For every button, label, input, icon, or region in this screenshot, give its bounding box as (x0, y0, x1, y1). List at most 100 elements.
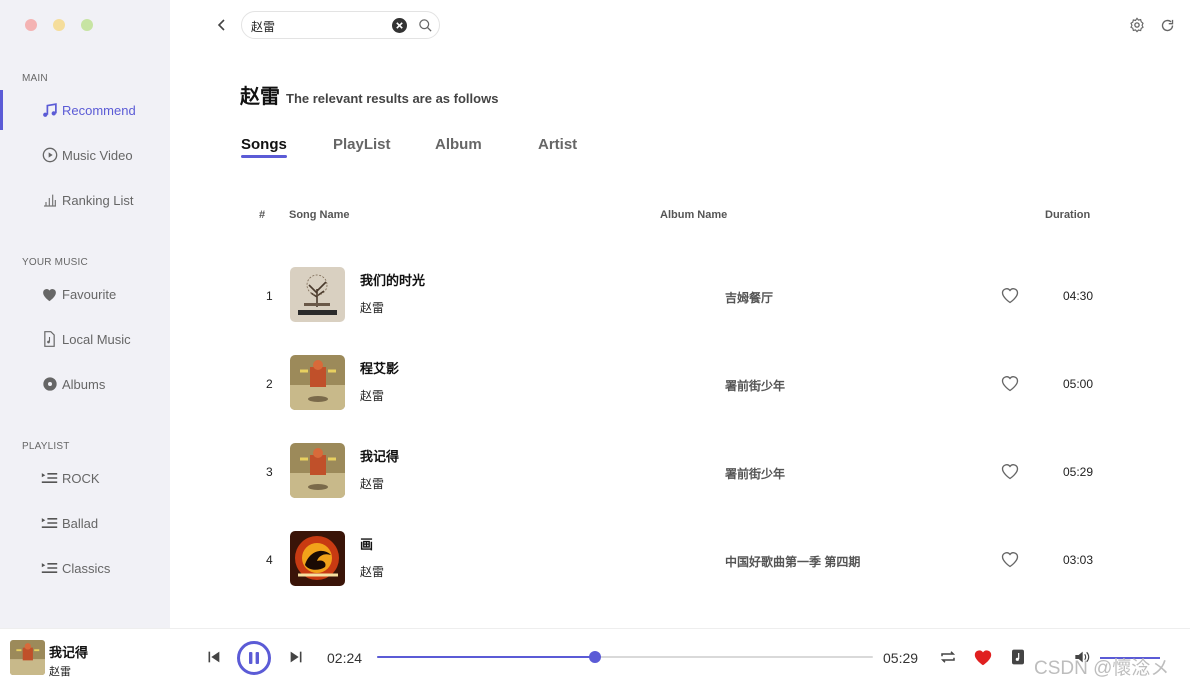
search-icon[interactable] (418, 18, 433, 33)
row-index: 2 (266, 377, 273, 391)
watermark: CSDN @懷淰メ (1034, 658, 1170, 679)
result-heading: 赵雷 The relevant results are as follows (240, 80, 498, 109)
sidebar-item-albums[interactable]: Albums (0, 364, 170, 404)
heart-icon (41, 286, 58, 303)
song-duration: 05:29 (1063, 465, 1094, 479)
album-cover (290, 267, 345, 322)
bar-chart-icon (41, 192, 58, 209)
song-artist[interactable]: 赵雷 (360, 563, 384, 580)
close-window-button[interactable] (25, 19, 37, 31)
refresh-icon (1161, 19, 1173, 31)
file-music-icon (41, 331, 58, 348)
album-name[interactable]: 吉姆餐厅 (725, 289, 773, 306)
table-row[interactable]: 2 程艾影 赵雷 署前街少年 05:00 (170, 339, 1190, 427)
song-artist[interactable]: 赵雷 (360, 299, 384, 316)
now-playing-title: 我记得 (49, 645, 89, 660)
current-time: 02:24 (327, 650, 363, 666)
row-index: 1 (266, 289, 273, 303)
repeat-icon (940, 651, 956, 663)
column-header-song: Song Name (289, 209, 350, 221)
result-query: 赵雷 (240, 86, 280, 108)
sidebar-item-music-video[interactable]: Music Video (0, 135, 170, 175)
search-box (241, 11, 440, 39)
minimize-window-button[interactable] (53, 19, 65, 31)
like-button[interactable] (972, 647, 994, 667)
tab-playlist[interactable]: PlayList (333, 136, 391, 153)
next-button[interactable] (287, 648, 305, 666)
sidebar-item-label: Albums (62, 376, 106, 392)
back-button[interactable] (212, 14, 232, 36)
lyrics-button[interactable] (1010, 648, 1026, 666)
previous-button[interactable] (205, 648, 223, 666)
row-index: 4 (266, 553, 273, 567)
play-circle-icon (41, 147, 58, 164)
sidebar-item-ranking-list[interactable]: Ranking List (0, 180, 170, 220)
sidebar-item-local-music[interactable]: Local Music (0, 319, 170, 359)
album-cover (290, 443, 345, 498)
song-name[interactable]: 画 (360, 534, 373, 553)
table-row[interactable]: 4 画 赵雷 中国好歌曲第一季 第四期 03:03 (170, 515, 1190, 603)
maximize-window-button[interactable] (81, 19, 93, 31)
sidebar-item-rock[interactable]: ROCK (0, 458, 170, 498)
progress-slider[interactable] (377, 651, 873, 663)
disc-icon (41, 376, 58, 393)
pause-button[interactable] (237, 641, 271, 675)
album-name[interactable]: 署前街少年 (725, 465, 785, 482)
sidebar-item-label: Recommend (62, 102, 136, 118)
clear-search-icon[interactable] (392, 18, 407, 33)
sidebar-item-label: Ranking List (62, 192, 134, 208)
settings-button[interactable] (1128, 16, 1146, 34)
sidebar-item-recommend[interactable]: Recommend (0, 90, 170, 130)
column-header-album: Album Name (660, 209, 728, 221)
like-heart-icon[interactable] (1000, 461, 1020, 481)
chevron-left-icon (217, 19, 225, 31)
tab-album[interactable]: Album (435, 136, 482, 153)
sidebar-item-label: Favourite (62, 286, 117, 302)
sidebar-item-label: Music Video (62, 147, 133, 163)
skip-back-icon (208, 651, 220, 663)
playlist-icon (41, 470, 58, 487)
window-controls (25, 19, 93, 31)
like-heart-icon[interactable] (1000, 549, 1020, 569)
sidebar-item-classics[interactable]: Classics (0, 548, 170, 588)
song-name[interactable]: 程艾影 (360, 358, 399, 377)
playlist-icon (41, 515, 58, 532)
section-label-your-music: YOUR MUSIC (22, 257, 88, 268)
song-duration: 03:03 (1063, 553, 1094, 567)
progress-handle[interactable] (589, 651, 602, 663)
section-label-main: MAIN (22, 73, 48, 84)
song-name[interactable]: 我记得 (360, 446, 399, 465)
now-playing-artist: 赵雷 (49, 666, 71, 678)
total-time: 05:29 (883, 650, 919, 666)
now-playing-cover[interactable] (10, 640, 45, 675)
tab-artist[interactable]: Artist (538, 136, 577, 153)
album-name[interactable]: 中国好歌曲第一季 第四期 (725, 553, 860, 570)
table-row[interactable]: 1 我们的时光 赵雷 吉姆餐厅 04:30 (170, 251, 1190, 339)
song-duration: 05:00 (1063, 377, 1094, 391)
refresh-button[interactable] (1158, 16, 1176, 34)
sidebar: MAIN Recommend Music Video Ranking List … (0, 0, 170, 628)
album-name[interactable]: 署前街少年 (725, 377, 785, 394)
sidebar-item-label: ROCK (62, 470, 100, 486)
sidebar-item-label: Classics (62, 560, 111, 576)
progress-fill (377, 656, 596, 658)
song-artist[interactable]: 赵雷 (360, 475, 384, 492)
music-file-icon (1012, 649, 1024, 665)
search-input[interactable] (251, 17, 391, 35)
result-subtitle: The relevant results are as follows (286, 91, 499, 106)
song-artist[interactable]: 赵雷 (360, 387, 384, 404)
sidebar-item-label: Local Music (62, 331, 131, 347)
table-row[interactable]: 3 我记得 赵雷 署前街少年 05:29 (170, 427, 1190, 515)
sidebar-item-ballad[interactable]: Ballad (0, 503, 170, 543)
pause-icon (249, 652, 259, 664)
playlist-icon (41, 560, 58, 577)
repeat-button[interactable] (938, 648, 958, 666)
album-cover (290, 355, 345, 410)
like-heart-icon[interactable] (1000, 285, 1020, 305)
player-bar: 我记得 赵雷 02:24 05:29 CSDN @懷淰メ (0, 628, 1190, 685)
like-heart-icon[interactable] (1000, 373, 1020, 393)
sidebar-item-favourite[interactable]: Favourite (0, 274, 170, 314)
tab-songs[interactable]: Songs (241, 136, 287, 158)
music-app: MAIN Recommend Music Video Ranking List … (0, 0, 1190, 685)
song-name[interactable]: 我们的时光 (360, 270, 425, 289)
